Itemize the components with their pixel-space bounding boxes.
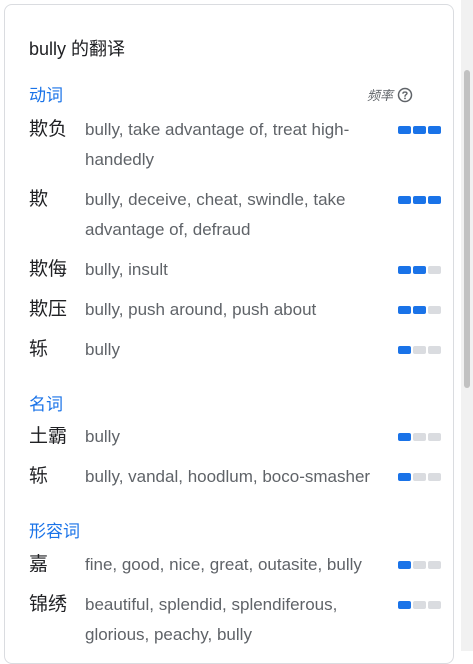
frequency-bar-3: [428, 196, 441, 204]
frequency-bar-2: [413, 126, 426, 134]
frequency-bar-2: [413, 346, 426, 354]
frequency-bar-3: [428, 346, 441, 354]
frequency-bars: [398, 126, 441, 134]
term: 锦绣: [29, 594, 68, 615]
frequency-bar-1: [398, 266, 411, 274]
frequency-bars: [398, 473, 441, 481]
meanings: bully, vandal, hoodlum, boco-smasher: [85, 467, 371, 486]
frequency-bars: [398, 433, 441, 441]
frequency-bar-3: [428, 433, 441, 441]
frequency-bar-1: [398, 473, 411, 481]
frequency-bar-2: [413, 306, 426, 314]
frequency-bar-1: [398, 433, 411, 441]
term: 轹: [29, 339, 49, 360]
meanings: bully, push around, push about: [85, 300, 317, 319]
frequency-bar-1: [398, 306, 411, 314]
frequency-bar-3: [428, 306, 441, 314]
scrollbar[interactable]: [461, 0, 473, 651]
meanings: fine, good, nice, great, outasite, bully: [85, 555, 362, 574]
section-adjective-label: 形容词: [29, 522, 80, 541]
frequency-label: 频率: [366, 88, 393, 103]
frequency-bar-1: [398, 561, 411, 569]
term: 欺: [29, 189, 49, 210]
term: 欺压: [29, 299, 68, 320]
frequency-bar-1: [398, 601, 411, 609]
frequency-bars: [398, 561, 441, 569]
scrollbar-thumb[interactable]: [464, 70, 470, 388]
term: 嘉: [29, 554, 49, 575]
frequency-bars: [398, 601, 441, 609]
meanings: bully, deceive, cheat, swindle, take adv…: [85, 190, 346, 239]
frequency-bar-1: [398, 196, 411, 204]
frequency-bar-2: [413, 561, 426, 569]
frequency-bar-3: [428, 473, 441, 481]
translation-panel: bully 的翻译 频率 动词 欺负 bully, take advantage…: [4, 4, 454, 664]
frequency-bar-2: [413, 473, 426, 481]
frequency-bars: [398, 346, 441, 354]
term: 欺负: [29, 119, 68, 140]
section-noun-label: 名词: [29, 395, 63, 414]
term: 欺侮: [29, 259, 68, 280]
frequency-header: 频率: [367, 85, 413, 104]
frequency-bar-1: [398, 126, 411, 134]
frequency-bars: [398, 196, 441, 204]
help-icon[interactable]: [397, 87, 413, 103]
frequency-bar-2: [413, 601, 426, 609]
frequency-bars: [398, 306, 441, 314]
meanings: beautiful, splendid, splendiferous, glor…: [85, 595, 338, 644]
frequency-bar-2: [413, 196, 426, 204]
section-verb-label: 动词: [29, 86, 63, 105]
frequency-bar-3: [428, 266, 441, 274]
term: 土霸: [29, 426, 68, 447]
frequency-bar-3: [428, 601, 441, 609]
meanings: bully, insult: [85, 260, 168, 279]
term: 轹: [29, 466, 49, 487]
frequency-bars: [398, 266, 441, 274]
frequency-bar-2: [413, 433, 426, 441]
frequency-bar-3: [428, 126, 441, 134]
panel-title: bully 的翻译: [29, 39, 126, 59]
frequency-bar-3: [428, 561, 441, 569]
frequency-bar-1: [398, 346, 411, 354]
meanings: bully: [85, 340, 120, 359]
frequency-bar-2: [413, 266, 426, 274]
meanings: bully, take advantage of, treat high-han…: [85, 120, 350, 169]
meanings: bully: [85, 427, 120, 446]
